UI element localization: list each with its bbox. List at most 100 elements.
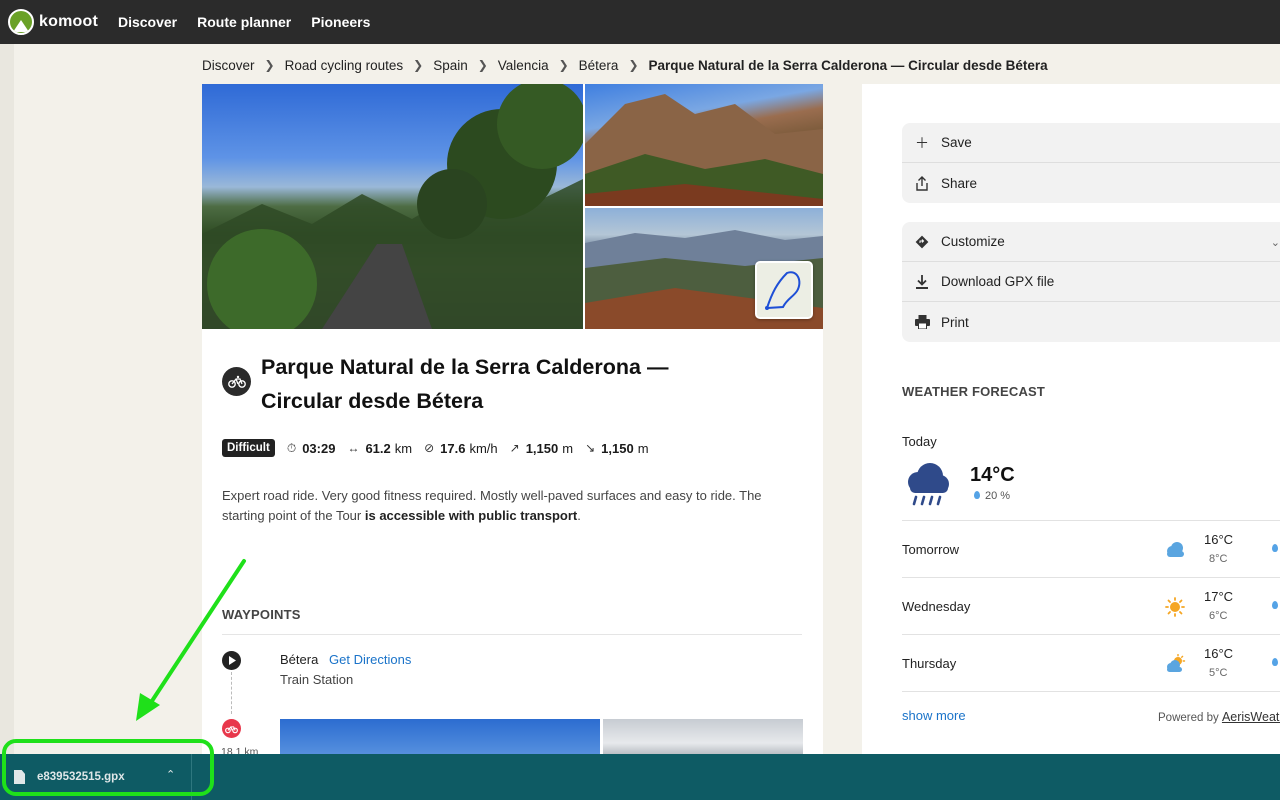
stat-duration: ⏱ 03:29 [287, 441, 336, 456]
breadcrumb-road-cycling[interactable]: Road cycling routes [285, 58, 404, 73]
tour-photo-mountain[interactable] [585, 84, 823, 206]
public-transport-text: is accessible with public transport [364, 508, 578, 523]
chevron-right-icon: ❯ [558, 58, 569, 72]
weather-divider [902, 520, 1280, 521]
save-button[interactable]: ＋ Save [902, 123, 1280, 163]
mountain-photo [585, 94, 823, 206]
downhill-value: 1,150 [601, 440, 634, 456]
weather-high: 17°C [1204, 589, 1234, 604]
partly-cloudy-icon [1167, 654, 1186, 672]
today-precip-value: 20 % [985, 490, 1011, 502]
komoot-logo[interactable]: komoot [8, 9, 98, 35]
highlight-box [2, 739, 214, 796]
breadcrumb-betera[interactable]: Bétera [579, 58, 619, 73]
nav-discover[interactable]: Discover [118, 14, 177, 30]
weather-today-precip: 20 % [974, 490, 1010, 502]
download-gpx-label: Download GPX file [941, 274, 1055, 289]
nav-pioneers[interactable]: Pioneers [311, 14, 370, 30]
breadcrumb-spain[interactable]: Spain [433, 58, 468, 73]
top-navigation: komoot Discover Route planner Pioneers [0, 0, 1280, 44]
weather-divider [902, 577, 1280, 578]
weather-heading: WEATHER FORECAST [902, 384, 1046, 399]
print-label: Print [941, 314, 969, 330]
speed-value: 17.6 [440, 440, 466, 456]
get-directions-link[interactable]: Get Directions [329, 652, 411, 667]
distance-unit: km [394, 440, 413, 456]
waypoint-photo-clouds[interactable] [603, 719, 803, 754]
download-gpx-button[interactable]: Download GPX file [902, 262, 1280, 302]
difficulty-badge: Difficult [222, 439, 275, 457]
tools-box: Customize ⌄ Download GPX file Print [902, 222, 1280, 342]
weather-day: Wednesday [902, 599, 971, 614]
speed-unit: km/h [469, 440, 498, 456]
save-share-box: ＋ Save Share [902, 123, 1280, 203]
show-more-link[interactable]: show more [902, 708, 966, 723]
weather-row-tomorrow: Tomorrow 16°C 8°C [902, 522, 1280, 578]
raindrop-icon [1272, 544, 1278, 552]
komoot-logo-icon [8, 9, 34, 35]
stat-downhill: ↘ 1,150 m [585, 441, 648, 456]
customize-button[interactable]: Customize ⌄ [902, 222, 1280, 262]
weather-low: 6°C [1209, 610, 1228, 622]
weather-low: 5°C [1209, 667, 1228, 679]
tour-stats: Difficult ⏱ 03:29 ↔ 61.2 km ⊘ 17.6 km/h … [222, 438, 649, 458]
weather-day: Tomorrow [902, 542, 960, 557]
cloud-icon [1167, 542, 1184, 557]
breadcrumb: Discover ❯ Road cycling routes ❯ Spain ❯… [202, 56, 1048, 74]
uphill-arrow-icon: ↗ [509, 441, 520, 455]
chevron-right-icon: ❯ [477, 58, 488, 72]
waypoint-start-name: Bétera [280, 652, 319, 667]
printer-icon [914, 315, 930, 329]
uphill-value: 1,150 [525, 440, 559, 456]
waypoint-photo-sky[interactable] [280, 719, 600, 754]
weather-row-thursday: Thursday 16°C 5°C [902, 636, 1280, 692]
description-end: . [577, 508, 581, 523]
weather-low: 8°C [1209, 553, 1228, 565]
weather-divider [902, 634, 1280, 635]
stat-uphill: ↗ 1,150 m [510, 441, 573, 456]
waypoint-distance: 18.1 km [221, 746, 259, 754]
tour-photo-valley[interactable] [585, 208, 823, 329]
customize-label: Customize [941, 234, 1005, 249]
distance-value: 61.2 [365, 440, 391, 456]
stat-distance: ↔ 61.2 km [347, 441, 412, 456]
speed-icon: ⊘ [424, 441, 435, 455]
breadcrumb-current: Parque Natural de la Serra Calderona — C… [648, 57, 1048, 73]
right-panel: ＋ Save Share Customize ⌄ Download GPX fi… [862, 84, 1280, 754]
breadcrumb-discover[interactable]: Discover [202, 58, 255, 73]
breadcrumb-valencia[interactable]: Valencia [498, 58, 549, 73]
left-gutter [0, 44, 14, 754]
directions-diamond-icon [914, 235, 930, 249]
tour-card: Parque Natural de la Serra Calderona — C… [202, 84, 823, 754]
road-landscape-photo [202, 84, 583, 329]
annotation-arrow-icon [136, 559, 246, 721]
weather-row-wednesday: Wednesday 17°C 6°C [902, 579, 1280, 635]
tour-photo-main[interactable] [202, 84, 583, 329]
route-map-thumbnail[interactable] [755, 261, 813, 319]
save-label: Save [941, 135, 972, 150]
uphill-unit: m [562, 440, 574, 456]
weather-day: Thursday [902, 656, 957, 671]
share-label: Share [941, 175, 978, 191]
print-button[interactable]: Print [902, 302, 1280, 342]
chevron-right-icon: ❯ [264, 58, 275, 72]
raindrop-icon [1272, 658, 1278, 666]
rain-cloud-icon [908, 463, 949, 506]
tour-title: Parque Natural de la Serra Calderona — C… [261, 355, 669, 413]
stopwatch-icon: ⏱ [286, 440, 297, 455]
weather-high: 16°C [1204, 532, 1234, 547]
duration-value: 03:29 [302, 440, 336, 456]
tour-description: Expert road ride. Very good fitness requ… [222, 486, 802, 526]
logo-text: komoot [39, 13, 98, 30]
download-icon [914, 274, 930, 289]
plus-icon: ＋ [915, 134, 929, 151]
weather-today-temp: 14°C [970, 464, 1015, 486]
chevron-right-icon: ❯ [413, 58, 424, 72]
sun-icon [1165, 597, 1185, 617]
share-button[interactable]: Share [902, 163, 1280, 203]
share-icon [914, 175, 930, 191]
nav-route-planner[interactable]: Route planner [197, 14, 291, 30]
distance-arrows-icon: ↔ [347, 441, 360, 455]
waypoint-start-subtitle: Train Station [280, 672, 354, 687]
aerisweather-link[interactable]: AerisWeather [1222, 710, 1280, 724]
